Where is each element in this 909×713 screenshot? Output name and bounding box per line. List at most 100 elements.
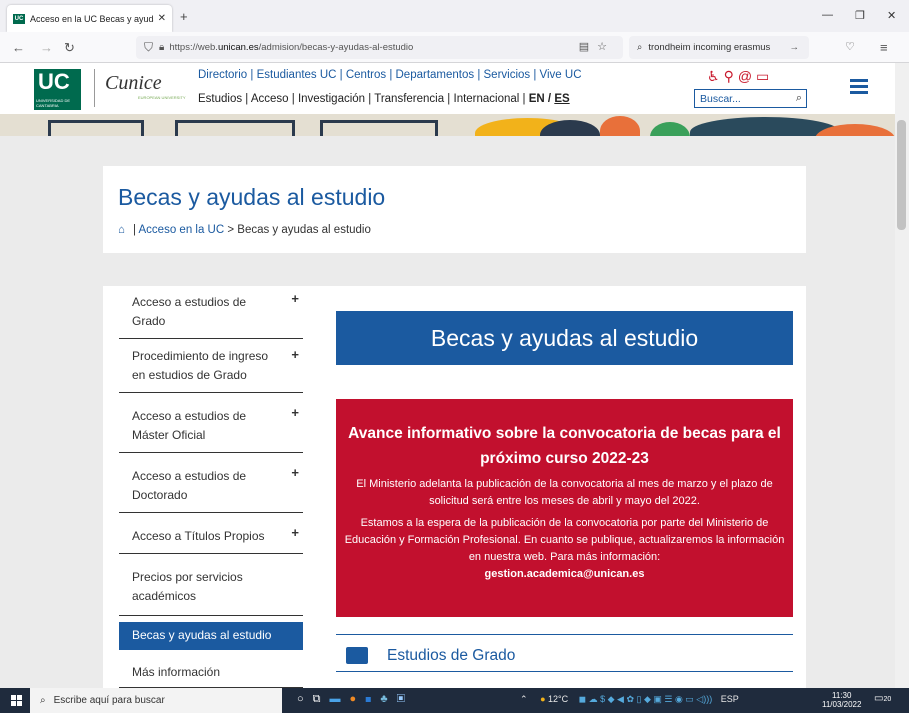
weather-temp[interactable]: 12°C (548, 694, 568, 704)
taskbar-clock[interactable]: 11:30 11/03/2022 (822, 691, 861, 709)
browser-tab[interactable]: UC Acceso en la UC Becas y ayuda ✕ (7, 5, 172, 32)
lang-es-link[interactable]: ES (554, 93, 569, 105)
lang-separator: / (544, 93, 555, 105)
sidebar-item-label: Procedimiento de ingreso en estudios de … (132, 349, 269, 382)
language-indicator[interactable]: ESP (721, 694, 739, 704)
breadcrumb: ⌂ | Acceso en la UC > Becas y ayudas al e… (118, 224, 371, 236)
show-hidden-icons-icon[interactable]: ⌃ (520, 694, 528, 704)
computer-icon[interactable]: ▭ (756, 68, 773, 84)
windows-start-icon[interactable] (11, 695, 22, 706)
browser-search-box[interactable]: ⌕ trondheim incoming erasmus → (629, 36, 809, 59)
banner-shape (600, 116, 640, 136)
logo-divider (94, 69, 95, 107)
notification-count: 20 (883, 696, 892, 703)
url-path: /admision/becas-y-ayudas-al-estudio (258, 42, 414, 53)
tray-icons[interactable]: ◼ ☁ $ ◆ ◀ ✿ ▯ ◆ ▣ ☰ ◉ ▭ ◁))) (579, 694, 713, 704)
email-icon[interactable]: @ (738, 68, 756, 84)
url-prefix: https://web. (169, 42, 218, 53)
search-go-icon[interactable]: → (790, 42, 800, 53)
logo-text: UC (38, 69, 70, 94)
close-tab-icon[interactable]: ✕ (158, 13, 166, 24)
alert-paragraph-2-text: Estamos a la espera de la publicación de… (344, 517, 785, 563)
sidebar-item-grado[interactable]: Acceso a estudios de Grado + (119, 286, 303, 339)
uc-favicon-icon: UC (13, 13, 25, 24)
scrollbar-thumb[interactable] (897, 120, 906, 230)
sidebar-item-doctorado[interactable]: Acceso a estudios de Doctorado + (119, 453, 303, 513)
taskbar-search-placeholder: Escribe aquí para buscar (53, 695, 165, 706)
sidebar-item-label: Acceso a Títulos Propios (132, 529, 265, 543)
lang-en-link[interactable]: EN (529, 93, 545, 105)
taskbar-search-box[interactable]: ⌕ Escribe aquí para buscar (30, 688, 282, 713)
outlook-icon[interactable]: ◼ (365, 693, 380, 705)
expand-plus-icon[interactable]: + (291, 345, 299, 364)
sidebar-item-label: Acceso a estudios de Doctorado (132, 469, 247, 502)
top-nav-links[interactable]: Directorio | Estudiantes UC | Centros | … (198, 69, 582, 81)
main-nav-text[interactable]: Estudios | Acceso | Investigación | Tran… (198, 93, 526, 105)
minimize-icon[interactable]: — (822, 9, 833, 21)
alert-box: Avance informativo sobre la convocatoria… (336, 399, 793, 617)
sidebar-item-mas-informacion[interactable]: Más información (119, 650, 303, 688)
content-banner-title: Becas y ayudas al estudio (336, 311, 793, 365)
sidebar-item-label: Precios por servicios académicos (132, 570, 243, 603)
url-bar[interactable]: ⛉ 🔒︎ https://web. unican.es/admision/beca… (136, 36, 623, 59)
url-domain: unican.es (217, 42, 259, 53)
task-view-icon[interactable]: ⧉ (313, 693, 330, 705)
breadcrumb-current: > Becas y ayudas al estudio (224, 224, 371, 236)
browser-tab-bar: UC Acceso en la UC Becas y ayuda ✕ + — ❐… (0, 0, 909, 32)
cortana-icon[interactable]: ○ (297, 693, 313, 705)
site-search-icon[interactable]: ⌕ (796, 92, 802, 105)
sidebar-item-titulos-propios[interactable]: Acceso a Títulos Propios + (119, 513, 303, 554)
main-nav-links[interactable]: Estudios | Acceso | Investigación | Tran… (198, 93, 570, 105)
expand-plus-icon[interactable]: + (291, 523, 299, 542)
expand-plus-icon[interactable]: + (291, 403, 299, 422)
menu-icon[interactable]: ≡ (880, 40, 888, 55)
location-icon[interactable]: ⚲ (724, 68, 738, 84)
sidebar-menu: Acceso a estudios de Grado + Procedimien… (119, 286, 303, 688)
new-tab-icon[interactable]: + (180, 9, 188, 24)
accessibility-icon[interactable]: ♿︎ (707, 68, 724, 84)
firefox-icon[interactable]: ● (350, 693, 366, 705)
restore-icon[interactable]: ❐ (855, 9, 865, 22)
site-search-input[interactable]: Buscar... ⌕ (694, 89, 807, 108)
back-icon[interactable]: ← (12, 40, 25, 55)
cunice-logo[interactable]: Cunice (105, 72, 162, 95)
bookmark-star-icon[interactable]: ☆ (597, 41, 615, 53)
home-icon[interactable]: ⌂ (118, 224, 125, 236)
system-tray: ⌃ ● 12°C ◼ ☁ $ ◆ ◀ ✿ ▯ ◆ ▣ ☰ ◉ ▭ ◁))) ES… (520, 694, 739, 705)
alert-email-link[interactable]: gestion.academica@unican.es (485, 568, 645, 580)
close-window-icon[interactable]: ✕ (887, 9, 896, 22)
expand-plus-icon[interactable]: + (291, 463, 299, 482)
sidebar-item-precios[interactable]: Precios por servicios académicos (119, 554, 303, 616)
weather-icon[interactable]: ● (540, 694, 545, 704)
sidebar-item-label: Acceso a estudios de Máster Oficial (132, 409, 247, 442)
shield-icon[interactable]: ⛉ (144, 40, 153, 55)
hamburger-menu-icon[interactable] (850, 79, 868, 94)
sidebar-item-becas[interactable]: Becas y ayudas al estudio (119, 622, 303, 650)
page-viewport: UC UNIVERSIDAD DE CANTABRIA Cunice EUROP… (0, 63, 895, 688)
search-text: trondheim incoming erasmus (648, 42, 771, 53)
file-explorer-icon[interactable]: ▬ (330, 693, 350, 705)
section-estudios-grado[interactable]: Estudios de Grado (336, 635, 793, 669)
notification-center-icon[interactable]: ▭20 (874, 693, 891, 704)
main-content-card: Acceso a estudios de Grado + Procedimien… (103, 286, 806, 688)
forward-icon[interactable]: → (40, 40, 53, 55)
section-square-icon (346, 647, 368, 664)
sidebar-item-label: Acceso a estudios de Grado (132, 295, 247, 328)
lock-icon[interactable]: 🔒︎ (159, 42, 164, 53)
app-icon[interactable]: ♣ (380, 693, 396, 705)
breadcrumb-link-acceso[interactable]: Acceso en la UC (139, 224, 225, 236)
clock-date: 11/03/2022 (822, 700, 862, 709)
page-title: Becas y ayudas al estudio (118, 184, 386, 210)
alert-paragraph-2: Estamos a la espera de la publicación de… (344, 515, 785, 583)
sidebar-item-master[interactable]: Acceso a estudios de Máster Oficial + (119, 393, 303, 453)
reload-icon[interactable]: ↻ (64, 40, 75, 56)
pocket-icon[interactable]: ♡ (845, 40, 855, 53)
uc-logo[interactable]: UC UNIVERSIDAD DE CANTABRIA (34, 69, 81, 110)
windows-taskbar: ⌕ Escribe aquí para buscar ○⧉▬●◼♣▣ ⌃ ● 1… (0, 688, 909, 713)
sidebar-item-procedimiento[interactable]: Procedimiento de ingreso en estudios de … (119, 339, 303, 393)
section-title: Estudios de Grado (387, 646, 516, 664)
expand-plus-icon[interactable]: + (291, 289, 299, 308)
logo-subtext: UNIVERSIDAD DE CANTABRIA (36, 98, 71, 108)
app-icon[interactable]: ▣ (397, 693, 414, 705)
reader-view-icon[interactable]: ▤ (579, 41, 597, 53)
